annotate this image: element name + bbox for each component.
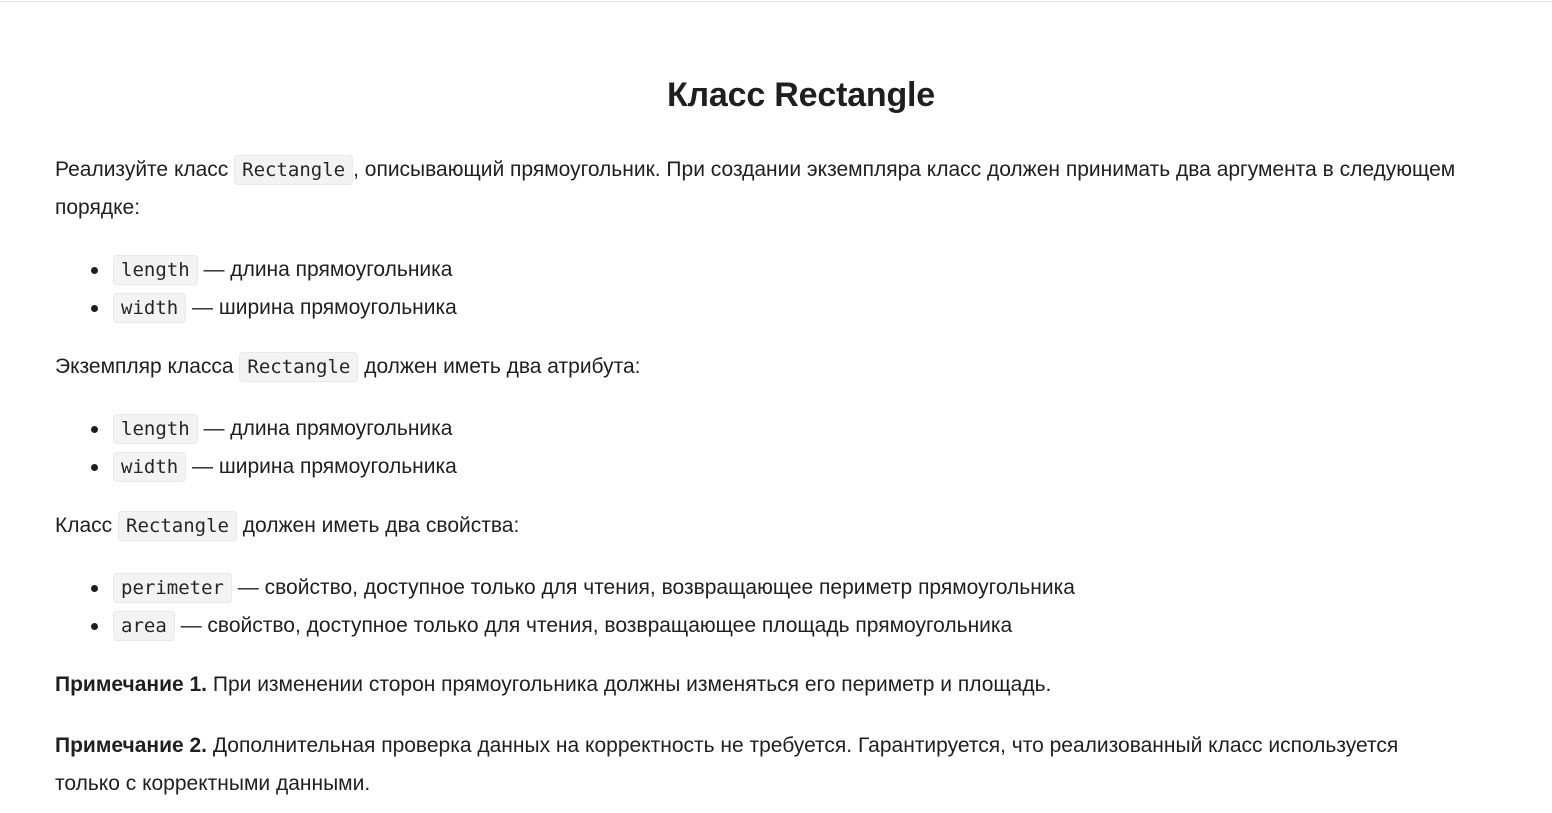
top-divider <box>0 1 1552 2</box>
note-2: Примечание 2. Дополнительная проверка да… <box>55 727 1455 803</box>
list-item-text: — свойство, доступное только для чтения,… <box>231 576 1075 599</box>
list-item-code: width <box>113 293 187 323</box>
note-2-label: Примечание 2. <box>55 734 208 757</box>
attrs-text-after: должен иметь два атрибута: <box>358 355 641 378</box>
note-1-text: При изменении сторон прямоугольника долж… <box>207 673 1052 696</box>
list-item-code: area <box>113 611 175 641</box>
arguments-list: length — длина прямоугольника width — ши… <box>55 251 457 327</box>
list-item: length — длина прямоугольника <box>91 251 457 289</box>
properties-paragraph: Класс Rectangle должен иметь два свойств… <box>55 507 1525 545</box>
properties-list: perimeter — свойство, доступное только д… <box>55 569 1075 645</box>
list-item-code: length <box>113 255 198 285</box>
attributes-paragraph: Экземпляр класса Rectangle должен иметь … <box>55 348 1525 386</box>
list-item-code: width <box>113 452 187 482</box>
list-item-text: — длина прямоугольника <box>197 258 453 281</box>
list-item-code: length <box>113 414 198 444</box>
list-item-text: — ширина прямоугольника <box>186 296 457 319</box>
intro-paragraph: Реализуйте класс Rectangle, описывающий … <box>55 151 1525 227</box>
list-item: perimeter — свойство, доступное только д… <box>91 569 1075 607</box>
list-item: area — свойство, доступное только для чт… <box>91 607 1075 645</box>
attributes-list: length — длина прямоугольника width — ши… <box>55 410 457 486</box>
note-1-label: Примечание 1. <box>55 673 208 696</box>
intro-text-before: Реализуйте класс <box>55 158 235 181</box>
props-text-after: должен иметь два свойства: <box>236 514 520 537</box>
intro-code: Rectangle <box>234 155 354 185</box>
page-title: Класс Rectangle <box>666 76 936 114</box>
list-item: width — ширина прямоугольника <box>91 448 457 486</box>
list-item-code: perimeter <box>113 573 232 603</box>
list-item-text: — ширина прямоугольника <box>186 455 457 478</box>
list-item: length — длина прямоугольника <box>91 410 457 448</box>
attrs-text-before: Экземпляр класса <box>55 355 240 378</box>
props-text-before: Класс <box>55 514 118 537</box>
list-item: width — ширина прямоугольника <box>91 289 457 327</box>
attrs-code: Rectangle <box>239 352 359 382</box>
props-code: Rectangle <box>118 511 237 541</box>
note-1: Примечание 1. При изменении сторон прямо… <box>55 666 1525 704</box>
note-2-text: Дополнительная проверка данных на коррек… <box>55 734 1399 795</box>
list-item-text: — длина прямоугольника <box>197 417 453 440</box>
list-item-text: — свойство, доступное только для чтения,… <box>174 614 1013 637</box>
